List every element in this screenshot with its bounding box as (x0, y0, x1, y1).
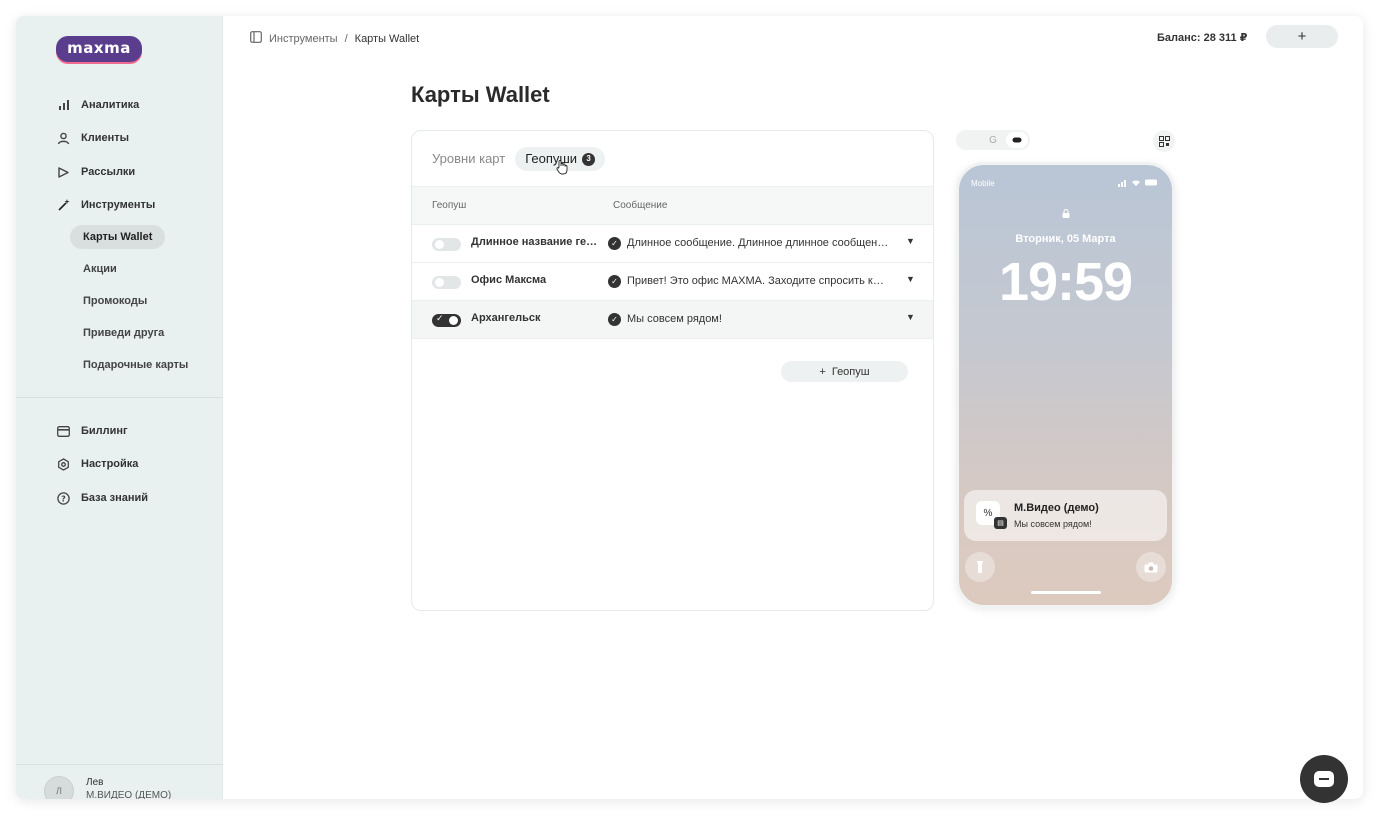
sidebar-item-analytics[interactable]: Аналитика (56, 94, 139, 116)
flashlight-icon (965, 552, 995, 582)
breadcrumb-current: Карты Wallet (354, 32, 420, 45)
count-badge: 3 (582, 152, 596, 166)
sidebar-subitem-referral[interactable]: Приведи друга (70, 321, 177, 345)
geopush-name: Длинное название геопуша (471, 236, 601, 248)
svg-text:?: ? (61, 494, 66, 503)
sidebar-item-mailings[interactable]: Рассылки (56, 161, 135, 183)
geopush-message: Мы совсем рядом! (627, 313, 722, 325)
help-icon: ? (56, 491, 71, 506)
geopush-message: Привет! Это офис MAXMA. Заходите спросит… (627, 275, 889, 287)
sidebar-item-label: Настройка (81, 458, 139, 470)
send-icon (56, 165, 71, 180)
sidebar-item-knowledge-base[interactable]: ? База знаний (56, 487, 148, 509)
add-funds-button[interactable]: + (1266, 25, 1338, 48)
user-icon (56, 131, 71, 146)
camera-icon (1136, 552, 1166, 582)
chat-icon (1314, 771, 1334, 787)
phone-preview: Mobile Вторник, 05 Марта 19:59 % ▤ М.Вид… (956, 162, 1175, 608)
hand-cursor-icon (556, 159, 568, 178)
column-header-geopush: Геопуш (432, 200, 467, 211)
table-row[interactable]: Длинное название геопуша ✓ Длинное сообщ… (412, 225, 933, 263)
user-company: М.ВИДЕО (ДЕМО) (86, 790, 172, 799)
table-row[interactable]: ✓ Архангельск ✓ Мы совсем рядом! ▼ (412, 301, 933, 339)
table-row[interactable]: Офис Максма ✓ Привет! Это офис MAXMA. За… (412, 263, 933, 301)
platform-switch: G (956, 130, 1030, 150)
chevron-down-icon[interactable]: ▼ (906, 312, 915, 322)
sidebar-item-label: Инструменты (81, 199, 156, 211)
chat-support-button[interactable] (1300, 755, 1348, 803)
carrier-label: Mobile (971, 179, 995, 188)
table-header: Геопуш Сообщение (412, 186, 933, 225)
add-geopush-label: Геопуш (831, 365, 870, 378)
geopush-name: Архангельск (471, 312, 541, 324)
column-header-message: Сообщение (613, 200, 668, 211)
add-geopush-button[interactable]: + Геопуш (781, 361, 908, 382)
maxma-logo[interactable]: maxma (56, 36, 142, 62)
notification-message: Мы совсем рядом! (1014, 519, 1092, 529)
app-window: maxma Аналитика Клиенты Рассылки Инструм… (16, 16, 1363, 799)
avatar: Л (44, 776, 74, 799)
sidebar-item-label: Аналитика (81, 99, 140, 111)
tab-card-levels[interactable]: Уровни карт (432, 147, 505, 171)
plus-icon: + (819, 365, 826, 378)
sidebar-item-billing[interactable]: Биллинг (56, 420, 128, 442)
geopush-message: Длинное сообщение. Длинное длинное сообщ… (627, 237, 889, 249)
wallet-icon: ▤ (994, 517, 1007, 529)
tabs: Уровни карт Геопуши 3 (432, 147, 606, 171)
sidebar-subitem-gift-cards[interactable]: Подарочные карты (70, 353, 201, 377)
check-icon: ✓ (608, 313, 621, 326)
home-indicator (1031, 591, 1101, 594)
status-icons (1118, 178, 1158, 189)
geopush-toggle[interactable] (432, 238, 461, 251)
user-name: Лев (86, 777, 104, 788)
sidebar-item-label: Клиенты (81, 132, 130, 144)
magic-wand-icon (56, 198, 71, 213)
sidebar-subitem-promotions[interactable]: Акции (70, 257, 130, 281)
chevron-down-icon[interactable]: ▼ (906, 274, 915, 284)
lockscreen-date: Вторник, 05 Марта (1015, 233, 1116, 245)
bar-chart-icon (56, 98, 71, 113)
sidebar-item-settings[interactable]: Настройка (56, 453, 138, 475)
sidebar-divider (16, 764, 223, 765)
geopush-card: Уровни карт Геопуши 3 Геопуш Сообщение Д… (411, 130, 934, 611)
breadcrumb-parent[interactable]: Инструменты (269, 33, 338, 45)
sidebar-item-tools[interactable]: Инструменты (56, 194, 155, 216)
check-icon: ✓ (608, 275, 621, 288)
panel-toggle-icon[interactable] (250, 31, 262, 46)
chevron-down-icon[interactable]: ▼ (906, 236, 915, 246)
sidebar-item-label: Рассылки (81, 166, 136, 178)
balance-label: Баланс: 28 311 ₽ (1157, 32, 1248, 44)
breadcrumb: Инструменты / Карты Wallet (250, 31, 419, 46)
lock-icon (1062, 208, 1070, 220)
sidebar-item-label: Биллинг (81, 425, 128, 437)
geopush-toggle[interactable] (432, 276, 461, 289)
page-title: Карты Wallet (411, 82, 550, 107)
geopush-name: Офис Максма (471, 274, 547, 286)
user-profile[interactable]: Л Лев М.ВИДЕО (ДЕМО) (44, 776, 171, 799)
notification-title: М.Видео (демо) (1014, 502, 1099, 514)
sidebar-divider (16, 397, 223, 398)
sidebar: maxma Аналитика Клиенты Рассылки Инструм… (16, 16, 223, 799)
settings-icon (56, 457, 71, 472)
sidebar-subitem-promocodes[interactable]: Промокоды (70, 289, 160, 313)
qr-code-icon[interactable] (1153, 130, 1175, 152)
tab-label: Геопуши (525, 151, 578, 166)
card-icon (56, 424, 71, 439)
sidebar-item-clients[interactable]: Клиенты (56, 127, 129, 149)
google-icon[interactable]: G (982, 132, 1004, 148)
lockscreen-time: 19:59 (998, 252, 1133, 312)
pill-icon[interactable] (1006, 132, 1028, 148)
check-icon: ✓ (608, 237, 621, 250)
geopush-toggle[interactable]: ✓ (432, 313, 461, 327)
apple-icon[interactable] (958, 132, 980, 148)
sidebar-item-label: База знаний (81, 492, 149, 504)
breadcrumb-separator: / (344, 32, 348, 45)
sidebar-subitem-wallet-cards[interactable]: Карты Wallet (70, 225, 166, 249)
notification: % ▤ М.Видео (демо) Мы совсем рядом! (964, 490, 1167, 541)
